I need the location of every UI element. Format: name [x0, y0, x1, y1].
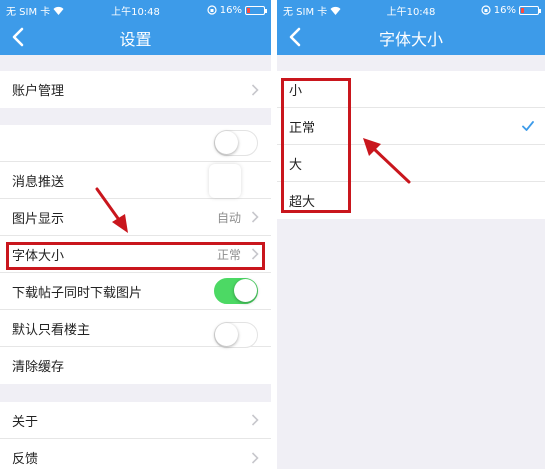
row-default-op-only: 默认只看楼主	[0, 310, 271, 348]
toggle-default-op-only[interactable]	[214, 322, 258, 348]
obscured-control	[209, 164, 241, 198]
nav-bar: 字体大小	[277, 20, 545, 55]
toggle-knob	[215, 131, 238, 154]
nav-bar: 设置	[0, 20, 271, 55]
option-label: 超大	[289, 195, 316, 210]
row-label: 图片显示	[12, 211, 65, 227]
row-value: 正常	[216, 247, 241, 262]
battery-icon	[519, 5, 541, 15]
orientation-lock-icon	[207, 5, 217, 15]
back-button[interactable]	[283, 24, 307, 50]
row-blank	[0, 125, 271, 162]
checkmark-icon	[522, 121, 534, 131]
row-label: 下载帖子同时下载图片	[12, 285, 143, 301]
option-small[interactable]: 小	[277, 71, 545, 108]
option-label: 大	[289, 157, 303, 173]
row-label: 消息推送	[12, 174, 65, 190]
settings-group: 消息推送 图片显示 自动 字体大小 正常 下载帖子同时下载图片 默认只看楼主 清…	[0, 125, 271, 384]
option-extra-large[interactable]: 超大	[277, 182, 545, 219]
row-push: 消息推送	[0, 162, 271, 199]
page-title: 设置	[119, 29, 152, 49]
row-label: 默认只看楼主	[12, 322, 91, 338]
option-label: 小	[289, 83, 303, 99]
row-label: 账户管理	[12, 84, 65, 99]
row-feedback[interactable]: 反馈	[0, 439, 271, 469]
carrier-label: 无 SIM 卡	[6, 6, 51, 18]
toggle-download-images[interactable]	[214, 278, 258, 304]
about-group: 关于 反馈	[0, 402, 271, 469]
account-group: 账户管理	[0, 71, 271, 108]
battery-level	[521, 7, 524, 13]
row-clear-cache[interactable]: 清除缓存	[0, 347, 271, 384]
row-font-size[interactable]: 字体大小 正常	[0, 236, 271, 273]
wifi-icon	[53, 6, 64, 15]
chevron-left-icon	[289, 27, 301, 47]
status-bar: 无 SIM 卡 上午10:48 16%	[277, 0, 545, 20]
back-button[interactable]	[6, 24, 30, 50]
row-image-display[interactable]: 图片显示 自动	[0, 199, 271, 236]
chevron-right-icon	[251, 211, 259, 223]
font-size-screen: 无 SIM 卡 上午10:48 16% 字体大小 小 正常 大 超大	[277, 0, 545, 469]
orientation-lock-icon	[481, 5, 491, 15]
toggle-unlabeled[interactable]	[214, 130, 258, 156]
chevron-right-icon	[251, 451, 259, 464]
battery-icon	[245, 5, 267, 15]
row-account[interactable]: 账户管理	[0, 71, 271, 108]
row-download-images: 下载帖子同时下载图片	[0, 273, 271, 310]
page-title: 字体大小	[378, 29, 443, 49]
font-size-options: 小 正常 大 超大	[277, 71, 545, 219]
toggle-knob	[234, 279, 257, 302]
toggle-knob	[215, 323, 238, 346]
row-label: 关于	[12, 414, 39, 430]
settings-screen: 无 SIM 卡 上午10:48 16% 设置 账户管理 消息推送 图片显示 自动…	[0, 0, 271, 469]
status-bar: 无 SIM 卡 上午10:48 16%	[0, 0, 271, 20]
battery-percent: 16%	[219, 4, 242, 16]
chevron-right-icon	[251, 248, 259, 260]
battery-level	[247, 7, 250, 13]
carrier-label: 无 SIM 卡	[283, 6, 328, 18]
row-label: 反馈	[12, 452, 39, 467]
option-large[interactable]: 大	[277, 145, 545, 182]
row-value: 自动	[216, 210, 241, 225]
row-label: 字体大小	[12, 248, 65, 264]
option-normal[interactable]: 正常	[277, 108, 545, 145]
chevron-right-icon	[251, 83, 259, 96]
row-label: 清除缓存	[12, 360, 65, 375]
option-label: 正常	[289, 120, 316, 136]
wifi-icon	[330, 6, 341, 15]
chevron-left-icon	[12, 27, 24, 47]
row-about[interactable]: 关于	[0, 402, 271, 439]
battery-percent: 16%	[493, 4, 516, 16]
chevron-right-icon	[251, 414, 259, 426]
